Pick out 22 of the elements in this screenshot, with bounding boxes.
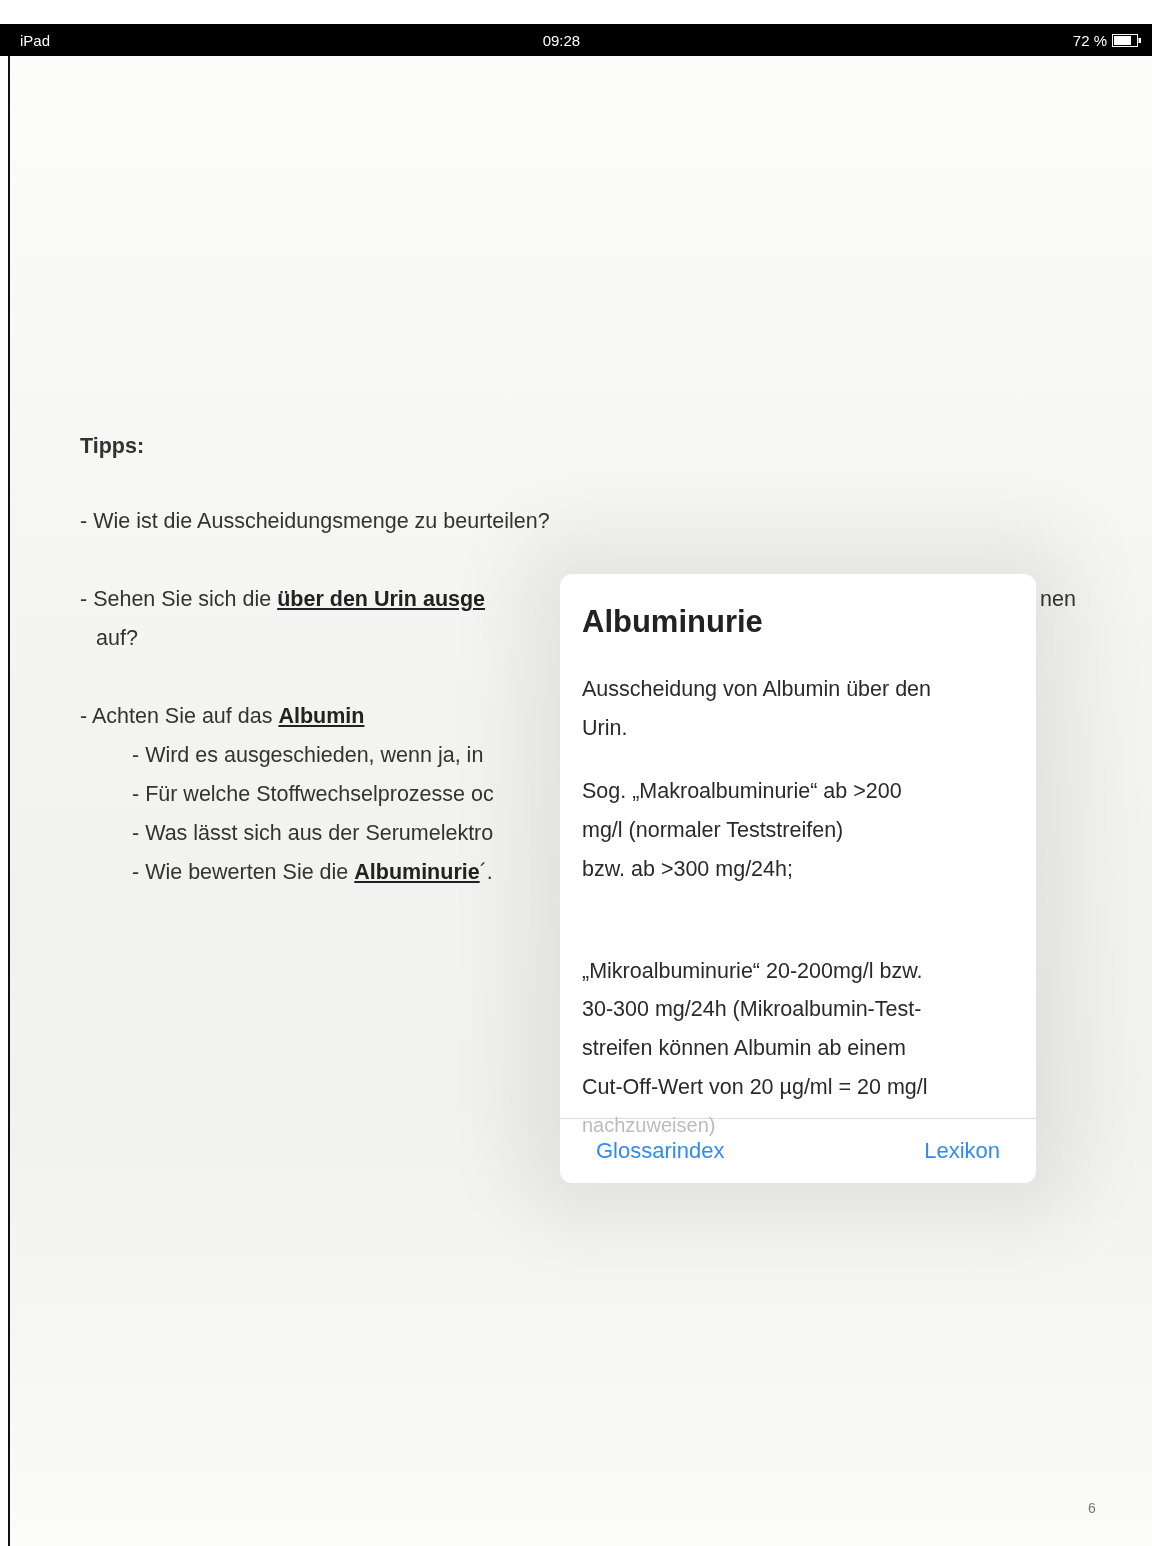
definition-paragraph: Sog. „Makroalbuminurie“ ab >200 mg/l (normaler Teststreifen) bzw. ab >300 mg/24h; — [582, 778, 903, 883]
link-button[interactable]: Glossarindex — [596, 1138, 725, 1164]
battery-icon — [1112, 33, 1142, 47]
definition-paragraph: Ausscheidung von Albumin über den Urin. — [582, 676, 933, 742]
link-button[interactable]: Lexikon — [924, 1138, 1000, 1164]
battery-percentage: 72 % — [1072, 31, 1107, 49]
clock-time: 09:28 — [541, 31, 582, 49]
tip-text: nen — [1040, 586, 1076, 613]
tip-text: auf? — [96, 625, 138, 652]
tip-text: - Wie ist die Ausscheidungsmenge zu beurteilen? — [80, 508, 550, 535]
page-number: 6 — [1088, 1500, 1096, 1516]
tip-text: - Achten Sie auf das Albumin — [80, 703, 365, 730]
tip-text: - Was lässt sich aus der Serumelektro — [132, 820, 494, 847]
tip-text: - Wie bewerten Sie die Albuminurie´. — [132, 859, 493, 886]
tip-text: - Für welche Stoffwechselprozesse oc — [132, 781, 494, 808]
clipped-text: nachzuweisen) — [582, 1115, 716, 1135]
popover-title: Albuminurie — [582, 604, 764, 640]
tip-text: - Wird es ausgeschieden, wenn ja, in — [132, 742, 484, 769]
device-name: iPad — [20, 31, 51, 49]
section-heading: Tipps: — [80, 433, 146, 460]
tip-text: - Sehen Sie sich die über den Urin ausge — [80, 586, 486, 613]
definition-paragraph: „Mikroalbuminurie“ 20-200mg/l bzw. 30-300 mg/24h (Mikroalbumin-Test- streifen können Albumin ab einem Cut-Off-Wert von 20 µg/ml = 20 mg/l — [582, 957, 929, 1101]
